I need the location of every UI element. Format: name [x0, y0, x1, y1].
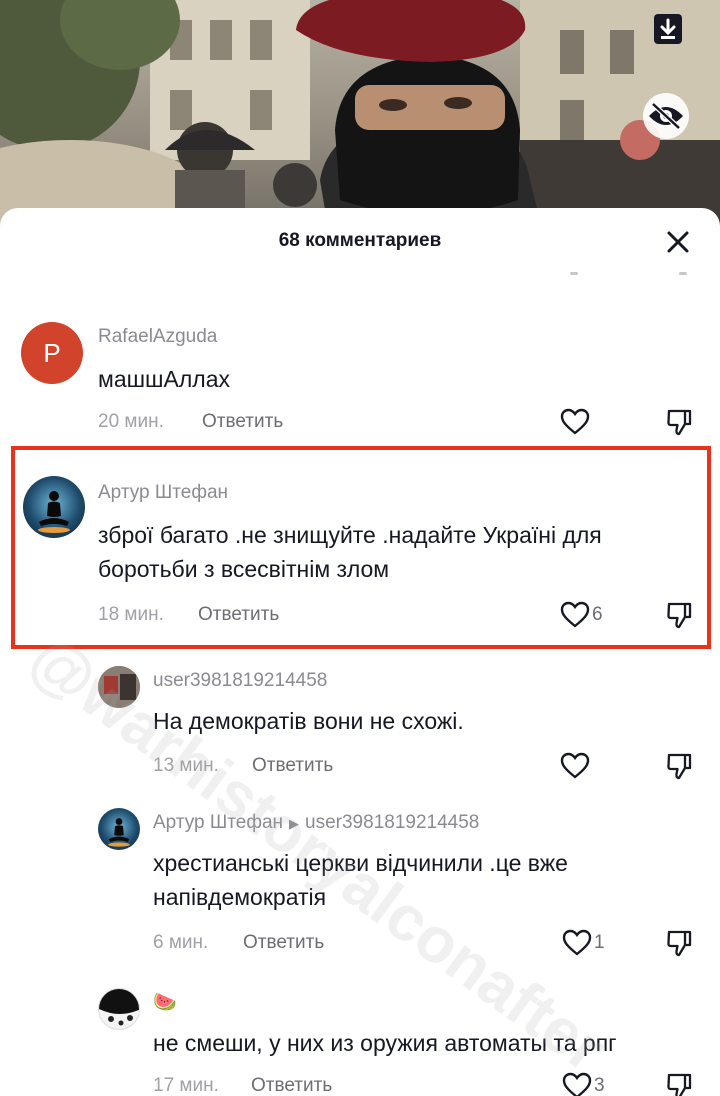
meditation-figure-icon: [108, 818, 130, 847]
dislike-button[interactable]: [665, 1072, 693, 1096]
user-photo-icon: [98, 666, 140, 708]
comment-username[interactable]: Артур Штефан ▶ user3981819214458: [153, 812, 479, 834]
reply-button[interactable]: Ответить: [251, 1075, 332, 1096]
reply-button[interactable]: Ответить: [202, 411, 283, 433]
heart-icon: [560, 752, 590, 779]
heart-icon: [562, 929, 592, 956]
thumbs-down-icon: [667, 753, 692, 780]
thumbs-down-icon: [667, 930, 692, 957]
comment-text-line: хрестианські церкви відчинили .це вже: [153, 850, 568, 876]
video-frame: [0, 0, 720, 240]
thumbs-down-icon: [667, 409, 692, 436]
comment-username[interactable]: RafaelAzguda: [98, 326, 217, 348]
hide-video-button[interactable]: [643, 93, 689, 139]
avatar-letter: P: [43, 337, 61, 368]
comment-text-line: машшАллах: [98, 366, 230, 392]
comment-time: 20 мин.: [98, 411, 164, 432]
comment-username[interactable]: Артур Штефан: [98, 482, 228, 504]
eye-off-icon: [649, 102, 683, 130]
comment-author[interactable]: Артур Штефан: [153, 812, 283, 833]
thumbs-down-icon: [667, 602, 692, 629]
reply-arrow-icon: ▶: [289, 816, 300, 831]
comment-username[interactable]: 🍉: [153, 990, 177, 1014]
heart-icon: [560, 408, 590, 435]
comment-text: машшАллах: [98, 362, 658, 396]
comment-time: 18 мин.: [98, 604, 164, 625]
heart-icon: [560, 601, 590, 628]
dislike-button[interactable]: [665, 408, 693, 441]
comment-time: 6 мин.: [153, 932, 209, 953]
comment-text-line: боротьби з всесвітнім злом: [98, 556, 390, 582]
like-count: 1: [594, 932, 605, 953]
reply-button[interactable]: Ответить: [198, 604, 279, 626]
comment-username[interactable]: user3981819214458: [153, 670, 327, 692]
video-player[interactable]: [0, 0, 720, 240]
comment-text: На демократів вони не схожі.: [153, 704, 713, 738]
reply-button[interactable]: Ответить: [243, 932, 324, 954]
avatar[interactable]: [98, 808, 140, 850]
download-icon: [654, 14, 682, 44]
like-button[interactable]: 3: [562, 1072, 605, 1096]
comment-time: 17 мин.: [153, 1075, 219, 1096]
like-button[interactable]: [560, 752, 592, 780]
comment-text: не смеши, у них из оружия автоматы та рп…: [153, 1026, 713, 1060]
like-button[interactable]: [560, 408, 592, 436]
comment-text: зброї багато .не знищуйте .надайте Украї…: [98, 518, 698, 586]
like-button[interactable]: 1: [562, 929, 605, 957]
dislike-button[interactable]: [665, 601, 693, 634]
comment-time: 13 мин.: [153, 755, 219, 776]
abstract-photo-icon: [99, 989, 139, 1026]
comments-count-title: 68 комментариев: [278, 230, 442, 251]
comment-text: хрестианські церкви відчинили .це вже на…: [153, 846, 713, 914]
comment-text-line: зброї багато .не знищуйте .надайте Украї…: [98, 522, 602, 548]
reply-button[interactable]: Ответить: [252, 755, 333, 777]
divider-mark: [570, 272, 578, 275]
reply-to-username[interactable]: user3981819214458: [305, 812, 479, 833]
divider-mark: [679, 272, 687, 275]
avatar[interactable]: P: [21, 322, 83, 384]
avatar[interactable]: [98, 666, 140, 708]
like-button[interactable]: 6: [560, 601, 603, 629]
comment-text-line: напівдемократія: [153, 884, 327, 910]
comment-text-line: На демократів вони не схожі.: [153, 708, 464, 734]
avatar[interactable]: [23, 476, 85, 538]
meditation-figure-icon: [38, 491, 70, 533]
dislike-button[interactable]: [665, 929, 693, 962]
heart-icon: [562, 1072, 592, 1096]
comment-text-line: не смеши, у них из оружия автоматы та рп…: [153, 1030, 617, 1056]
like-count: 6: [592, 604, 603, 625]
thumbs-down-icon: [667, 1073, 692, 1096]
close-icon: [667, 231, 689, 253]
like-count: 3: [594, 1075, 605, 1096]
avatar[interactable]: [98, 988, 140, 1030]
download-button[interactable]: [645, 6, 691, 52]
close-button[interactable]: [664, 228, 692, 256]
dislike-button[interactable]: [665, 752, 693, 785]
